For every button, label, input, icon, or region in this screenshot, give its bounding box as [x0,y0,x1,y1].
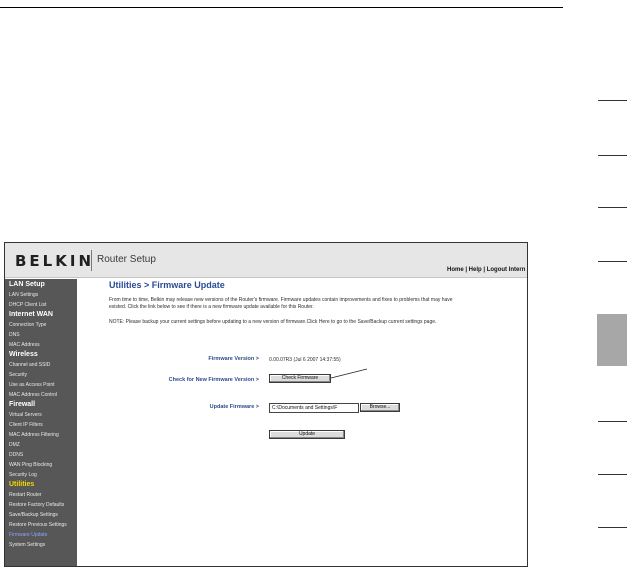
sidebar-section-lan-setup[interactable]: LAN Setup [5,280,77,290]
browse-button[interactable]: Browse... [360,403,400,412]
firmware-file-input[interactable]: C:\Documents and Settings\F [269,403,359,413]
sidebar-item-client-ip-filters[interactable]: Client IP Filters [5,420,77,430]
top-rule [0,7,563,8]
sidebar-item-security[interactable]: Security [5,370,77,380]
check-firmware-label: Check for New Firmware Version > [168,377,259,383]
margin-tick [598,527,627,528]
sidebar-item-dhcp-client-list[interactable]: DHCP Client List [5,300,77,310]
sidebar-item-mac-address-control[interactable]: MAC Address Control [5,390,77,400]
page-title: Utilities > Firmware Update [109,280,225,290]
router-setup-title: Router Setup [97,254,156,265]
sidebar-item-lan-settings[interactable]: LAN Settings [5,290,77,300]
belkin-logo: BELKIN [15,252,94,270]
backup-note[interactable]: NOTE: Please backup your current setting… [109,319,469,326]
intro-text: From time to time, Belkin may release ne… [109,297,453,310]
router-screenshot: BELKIN Router Setup Home | Help | Logout… [4,242,528,567]
sidebar-item-dmz[interactable]: DMZ [5,440,77,450]
sidebar-item-restart-router[interactable]: Restart Router [5,490,77,500]
margin-tick [598,474,627,475]
sidebar-section-utilities[interactable]: Utilities [5,480,77,490]
sidebar-item-mac-address-filtering[interactable]: MAC Address Filtering [5,430,77,440]
margin-tick [598,207,627,208]
margin-tick [598,155,627,156]
sidebar-section-firewall[interactable]: Firewall [5,400,77,410]
sidebar-item-use-as-access-point[interactable]: Use as Access Point [5,380,77,390]
sidebar-item-system-settings[interactable]: System Settings [5,540,77,550]
sidebar-nav: LAN Setup LAN Settings DHCP Client List Int… [5,279,77,566]
sidebar-item-virtual-servers[interactable]: Virtual Servers [5,410,77,420]
sidebar-item-restore-factory-defaults[interactable]: Restore Factory Defaults [5,500,77,510]
sidebar-item-wan-ping-blocking[interactable]: WAN Ping Blocking [5,460,77,470]
browse-button-label: Browse... [369,404,391,410]
top-nav-links[interactable]: Home | Help | Logout Intern [447,267,525,273]
sidebar-item-dns[interactable]: DNS [5,330,77,340]
header-bar: BELKIN Router Setup Home | Help | Logout… [5,243,527,278]
update-button-label: Update [298,431,316,437]
sidebar-item-mac-address[interactable]: MAC Address [5,340,77,350]
update-button[interactable]: Update [269,430,345,439]
sidebar-item-channel-and-ssid[interactable]: Channel and SSID [5,360,77,370]
margin-tick [598,100,627,101]
firmware-version-value: 0.00.07R3 (Jul 6 2007 14:37:55) [269,357,341,363]
chapter-tab [597,314,627,366]
sidebar-item-ddns[interactable]: DDNS [5,450,77,460]
margin-tick [598,421,627,422]
sidebar-item-save-backup-settings[interactable]: Save/Backup Settings [5,510,77,520]
firmware-version-label: Firmware Version > [208,356,259,362]
main-content: Utilities > Firmware Update From time to… [109,280,519,334]
sidebar-section-internet-wan[interactable]: Internet WAN [5,310,77,320]
logo-divider [91,250,92,271]
sidebar-item-firmware-update[interactable]: Firmware Update [5,530,77,540]
sidebar-section-wireless[interactable]: Wireless [5,350,77,360]
sidebar-item-connection-type[interactable]: Connection Type [5,320,77,330]
margin-tick [598,261,627,262]
sidebar-item-security-log[interactable]: Security Log [5,470,77,480]
pointer-line [330,368,368,379]
check-firmware-button-label: Check Firmware [281,375,319,381]
sidebar-item-restore-previous-settings[interactable]: Restore Previous Settings [5,520,77,530]
check-firmware-button[interactable]: Check Firmware [269,374,331,383]
update-firmware-label: Update Firmware > [209,404,259,410]
